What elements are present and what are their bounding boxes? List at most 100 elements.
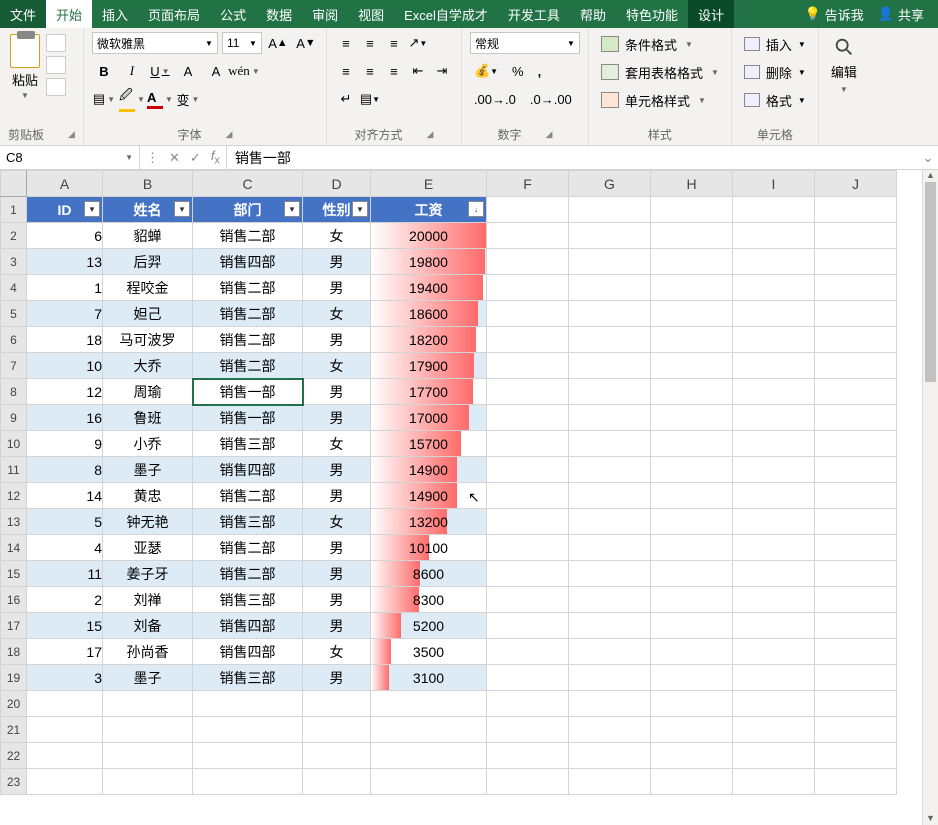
cell-E10[interactable]: 15700 — [371, 431, 487, 457]
col-head-I[interactable]: I — [733, 171, 815, 197]
align-middle-button[interactable]: ≡ — [359, 32, 381, 54]
paste-button[interactable]: 粘贴 ▼ — [8, 32, 42, 102]
cell-A12[interactable]: 14 — [27, 483, 103, 509]
cell-B9[interactable]: 鲁班 — [103, 405, 193, 431]
cell-C13[interactable]: 销售三部 — [193, 509, 303, 535]
row-head-1[interactable]: 1 — [1, 197, 27, 223]
row-head-21[interactable]: 21 — [1, 717, 27, 743]
cell-B8[interactable]: 周瑜 — [103, 379, 193, 405]
cell-B12[interactable]: 黄忠 — [103, 483, 193, 509]
number-format-select[interactable]: 常规▼ — [470, 32, 580, 54]
cell-E14[interactable]: 10100 — [371, 535, 487, 561]
cell-E18[interactable]: 3500 — [371, 639, 487, 665]
col-head-B[interactable]: B — [103, 171, 193, 197]
cell-D15[interactable]: 男 — [303, 561, 371, 587]
share-button[interactable]: 👤 共享 — [878, 5, 924, 24]
cell-C18[interactable]: 销售四部 — [193, 639, 303, 665]
cell-E15[interactable]: 8600 — [371, 561, 487, 587]
scroll-thumb[interactable] — [925, 182, 936, 382]
tab-11[interactable]: 特色功能 — [616, 0, 688, 28]
row-head-14[interactable]: 14 — [1, 535, 27, 561]
row-head-18[interactable]: 18 — [1, 639, 27, 665]
cell-D8[interactable]: 男 — [303, 379, 371, 405]
font-color-button[interactable]: A▼ — [148, 88, 172, 110]
cell-B14[interactable]: 亚瑟 — [103, 535, 193, 561]
row-head-16[interactable]: 16 — [1, 587, 27, 613]
format-cells-button[interactable]: 格式 ▼ — [740, 88, 810, 112]
filter-icon[interactable]: ▼ — [174, 201, 190, 217]
cell-A15[interactable]: 11 — [27, 561, 103, 587]
row-head-4[interactable]: 4 — [1, 275, 27, 301]
col-head-D[interactable]: D — [303, 171, 371, 197]
cell-B5[interactable]: 妲己 — [103, 301, 193, 327]
tab-12[interactable]: 设计 — [688, 0, 734, 28]
scroll-up-icon[interactable]: ▲ — [923, 170, 938, 182]
filter-icon[interactable]: ▼ — [84, 201, 100, 217]
tab-6[interactable]: 审阅 — [302, 0, 348, 28]
cell-D2[interactable]: 女 — [303, 223, 371, 249]
col-head-J[interactable]: J — [815, 171, 897, 197]
insert-cells-button[interactable]: 插入 ▼ — [740, 32, 810, 56]
table-header-name[interactable]: 姓名▼ — [103, 197, 193, 223]
cell-B18[interactable]: 孙尚香 — [103, 639, 193, 665]
grow-font-button[interactable]: A▲ — [266, 32, 290, 54]
cell-D6[interactable]: 男 — [303, 327, 371, 353]
cell-D7[interactable]: 女 — [303, 353, 371, 379]
cell-E5[interactable]: 18600 — [371, 301, 487, 327]
cell-B13[interactable]: 钟无艳 — [103, 509, 193, 535]
fill-color-button[interactable]: 🖉▼ — [120, 88, 144, 110]
cancel-button[interactable]: ✕ — [169, 150, 180, 166]
cell-C17[interactable]: 销售四部 — [193, 613, 303, 639]
col-head-E[interactable]: E — [371, 171, 487, 197]
tab-1[interactable]: 开始 — [46, 0, 92, 28]
bold-button[interactable]: B — [92, 60, 116, 82]
row-head-19[interactable]: 19 — [1, 665, 27, 691]
merge-button[interactable]: ▤▼ — [359, 88, 381, 110]
cell-C19[interactable]: 销售三部 — [193, 665, 303, 691]
wrap-text-button[interactable]: ↵ — [335, 88, 357, 110]
cell-D18[interactable]: 女 — [303, 639, 371, 665]
cell-C14[interactable]: 销售二部 — [193, 535, 303, 561]
row-head-8[interactable]: 8 — [1, 379, 27, 405]
name-box[interactable]: C8▼ — [0, 146, 140, 169]
cell-E16[interactable]: 8300 — [371, 587, 487, 613]
cell-A19[interactable]: 3 — [27, 665, 103, 691]
table-header-id[interactable]: ID▼ — [27, 197, 103, 223]
cell-A17[interactable]: 15 — [27, 613, 103, 639]
cell-C11[interactable]: 销售四部 — [193, 457, 303, 483]
clipboard-launcher[interactable]: ◢ — [68, 129, 75, 140]
expand-formula-bar[interactable]: ⌄ — [918, 146, 938, 169]
row-head-13[interactable]: 13 — [1, 509, 27, 535]
cell-B19[interactable]: 墨子 — [103, 665, 193, 691]
indent-dec-button[interactable]: ⇤ — [407, 60, 429, 82]
increase-decimal-button[interactable]: .00→.0 — [470, 88, 520, 110]
cell-A18[interactable]: 17 — [27, 639, 103, 665]
delete-cells-button[interactable]: 删除 ▼ — [740, 60, 810, 84]
cell-C12[interactable]: 销售二部 — [193, 483, 303, 509]
tell-me-button[interactable]: 💡 告诉我 — [805, 5, 864, 24]
enter-button[interactable]: ✓ — [190, 150, 201, 166]
format-as-table-button[interactable]: 套用表格格式▼ — [597, 60, 723, 84]
percent-button[interactable]: % — [508, 60, 528, 82]
cell-C10[interactable]: 销售三部 — [193, 431, 303, 457]
cell-B7[interactable]: 大乔 — [103, 353, 193, 379]
table-header-dept[interactable]: 部门▼ — [193, 197, 303, 223]
cell-C5[interactable]: 销售二部 — [193, 301, 303, 327]
cell-E8[interactable]: 17700 — [371, 379, 487, 405]
filter-icon[interactable]: ▼ — [352, 201, 368, 217]
comma-button[interactable]: , — [534, 60, 546, 82]
cell-A5[interactable]: 7 — [27, 301, 103, 327]
col-head-A[interactable]: A — [27, 171, 103, 197]
asian-layout-button[interactable]: 变▼ — [176, 88, 200, 110]
align-center-button[interactable]: ≡ — [359, 60, 381, 82]
border-button[interactable]: ▤▼ — [92, 88, 116, 110]
cell-A16[interactable]: 2 — [27, 587, 103, 613]
cell-A14[interactable]: 4 — [27, 535, 103, 561]
tab-8[interactable]: Excel自学成才 — [394, 0, 498, 28]
cell-A9[interactable]: 16 — [27, 405, 103, 431]
cell-D10[interactable]: 女 — [303, 431, 371, 457]
row-head-11[interactable]: 11 — [1, 457, 27, 483]
tab-4[interactable]: 公式 — [210, 0, 256, 28]
phonetic-button[interactable]: wén▼ — [232, 60, 256, 82]
row-head-12[interactable]: 12 — [1, 483, 27, 509]
